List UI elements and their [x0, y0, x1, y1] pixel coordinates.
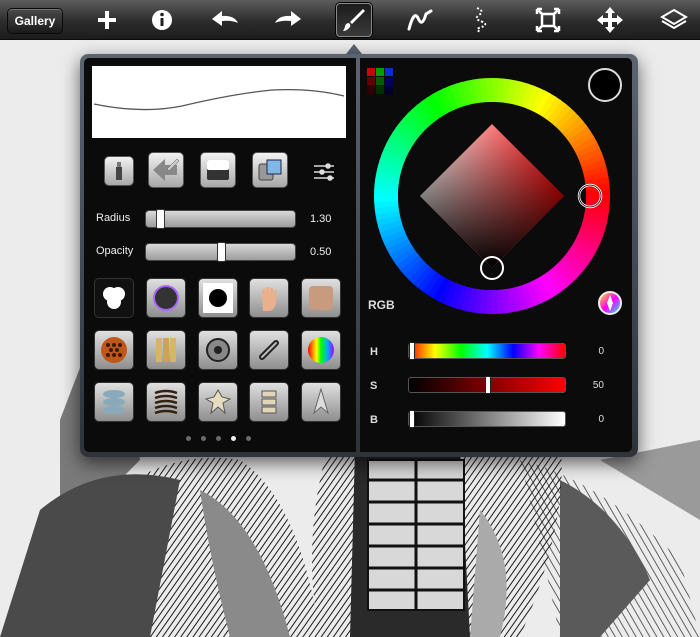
stroke-preview — [92, 66, 346, 138]
color-mode-toggle-icon[interactable] — [597, 290, 623, 316]
spike-brush-icon — [313, 387, 329, 415]
brush-options-icon[interactable] — [312, 162, 336, 182]
smudge-icon[interactable] — [402, 3, 438, 37]
undo-icon[interactable] — [207, 3, 243, 37]
vertebra-brush-icon — [204, 388, 232, 415]
color-swatch[interactable] — [376, 68, 384, 76]
page-dot[interactable] — [231, 436, 236, 441]
brightness-label: B — [370, 414, 378, 426]
radius-slider-thumb[interactable] — [156, 209, 165, 229]
honeycomb-brush[interactable] — [94, 330, 134, 370]
skin-texture-brush-icon — [309, 286, 333, 310]
opacity-value: 0.50 — [310, 246, 332, 258]
chain-brush-icon — [259, 340, 279, 360]
color-wheel[interactable] — [372, 76, 612, 316]
saturation-slider[interactable] — [408, 376, 566, 394]
popover-arrow — [346, 44, 362, 54]
paint-bucket-button[interactable] — [252, 152, 288, 188]
radius-slider[interactable] — [145, 209, 296, 229]
hue-label: H — [370, 346, 378, 358]
color-swatch[interactable] — [367, 68, 375, 76]
hand-brush[interactable] — [249, 278, 289, 318]
page-dot[interactable] — [186, 436, 191, 441]
top-toolbar: Gallery — [0, 0, 700, 40]
gear-brush[interactable] — [198, 330, 238, 370]
layers-icon[interactable] — [656, 3, 692, 37]
chain-brush[interactable] — [249, 330, 289, 370]
page-dot[interactable] — [201, 436, 206, 441]
ring-brush[interactable] — [146, 278, 186, 318]
honeycomb-brush-icon — [101, 337, 127, 363]
hue-slider[interactable] — [408, 342, 566, 360]
gear-brush-icon — [206, 338, 230, 362]
brightness-value: 0 — [598, 414, 604, 425]
info-icon[interactable] — [144, 3, 180, 37]
saturation-label: S — [370, 380, 378, 392]
radius-label: Radius — [96, 212, 131, 224]
page-dot[interactable] — [246, 436, 251, 441]
hue-slider-thumb[interactable] — [409, 342, 415, 360]
opacity-label: Opacity — [96, 245, 134, 257]
spike-brush[interactable] — [301, 382, 341, 422]
blob-brush[interactable] — [94, 278, 134, 318]
ribcage-brush[interactable] — [146, 382, 186, 422]
eraser-icon[interactable] — [463, 3, 499, 37]
opacity-slider[interactable] — [145, 242, 296, 262]
pencil-preset-button[interactable] — [148, 152, 184, 188]
bone-brush[interactable] — [249, 382, 289, 422]
soft-dot-brush-icon — [203, 283, 233, 313]
eraser-preset-button[interactable] — [200, 152, 236, 188]
saturation-slider-thumb[interactable] — [485, 376, 491, 394]
skin-texture-brush[interactable] — [301, 278, 341, 318]
saturation-value: 50 — [592, 380, 604, 391]
color-swatch[interactable] — [385, 68, 393, 76]
brightness-slider[interactable] — [408, 410, 566, 428]
color-mode-label: RGB — [368, 298, 395, 312]
bone-brush-icon — [261, 390, 277, 414]
bamboo-brush[interactable] — [146, 330, 186, 370]
radius-value: 1.30 — [310, 213, 332, 225]
rainbow-brush-icon — [308, 337, 334, 363]
transform-icon[interactable] — [530, 3, 566, 37]
rainbow-brush[interactable] — [301, 330, 341, 370]
hand-brush-icon — [262, 287, 277, 311]
vertebra-brush[interactable] — [198, 382, 238, 422]
hue-value: 0 — [598, 346, 604, 357]
bamboo-brush-icon — [156, 338, 176, 362]
brush-icon[interactable] — [336, 3, 372, 37]
spine-brush[interactable] — [94, 382, 134, 422]
ribcage-brush-icon — [154, 389, 178, 415]
plus-icon[interactable] — [89, 3, 125, 37]
spine-brush-icon — [103, 390, 125, 414]
blob-brush-icon — [103, 287, 125, 309]
redo-icon[interactable] — [270, 3, 306, 37]
soft-dot-brush[interactable] — [198, 278, 238, 318]
opacity-slider-thumb[interactable] — [217, 242, 226, 262]
ring-brush-icon — [153, 285, 179, 311]
brightness-slider-thumb[interactable] — [409, 410, 415, 428]
page-dot[interactable] — [216, 436, 221, 441]
brush-info-button[interactable] — [104, 156, 134, 186]
move-icon[interactable] — [592, 3, 628, 37]
gallery-button[interactable]: Gallery — [7, 8, 63, 34]
